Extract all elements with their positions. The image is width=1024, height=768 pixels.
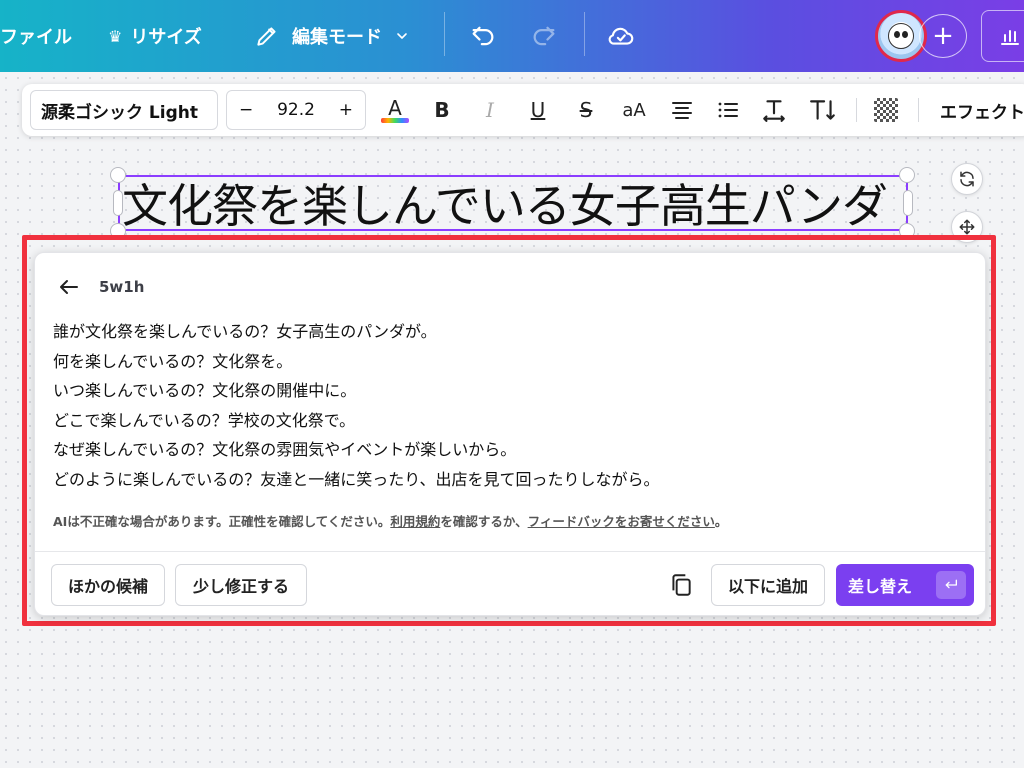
generated-text: 誰が文化祭を楽しんでいるの？女子高生のパンダが。 何を楽しんでいるの？文化祭を。…: [53, 317, 963, 494]
text-formatting-toolbar: 源柔ゴシック Light − 92.2 + A B I U S aA エフェクト: [22, 84, 1024, 136]
resize-label: リサイズ: [130, 27, 202, 48]
font-family-select[interactable]: 源柔ゴシック Light: [30, 90, 218, 130]
list-button[interactable]: [714, 94, 742, 126]
generated-line: なぜ楽しんでいるの？文化祭の雰囲気やイベントが楽しいから。: [53, 440, 517, 459]
letter-case-icon: aA: [622, 99, 646, 121]
resize-handle-top-right[interactable]: [899, 167, 915, 183]
topbar-divider: [444, 12, 445, 56]
text-color-glyph: A: [388, 95, 402, 120]
italic-button[interactable]: I: [476, 94, 504, 126]
bullet-list-icon: [718, 102, 738, 118]
letter-case-button[interactable]: aA: [618, 94, 650, 126]
decrease-font-size-button[interactable]: −: [239, 100, 253, 120]
pencil-icon: [257, 27, 276, 46]
letter-spacing-button[interactable]: [760, 94, 788, 126]
disclaimer-prefix: AIは不正確な場合があります。正確性を確認してください。: [53, 514, 391, 529]
align-center-icon: [672, 102, 692, 119]
bar-chart-icon: [1001, 30, 1019, 45]
strikethrough-button[interactable]: S: [572, 94, 600, 126]
increase-font-size-button[interactable]: +: [339, 100, 353, 120]
checkerboard-icon: [874, 98, 898, 122]
rainbow-swatch-icon: [381, 117, 409, 123]
font-family-value: 源柔ゴシック Light: [41, 102, 198, 123]
generated-line: いつ楽しんでいるの？文化祭の開催中に。: [53, 381, 357, 400]
back-button[interactable]: [55, 273, 83, 301]
vertical-text-icon: [810, 100, 835, 120]
resize-handle-right[interactable]: [903, 190, 913, 216]
plus-icon: +: [932, 21, 954, 51]
resize-handle-left[interactable]: [113, 190, 123, 216]
ai-disclaimer: AIは不正確な場合があります。正確性を確認してください。利用規約を確認するか、フ…: [53, 511, 727, 530]
file-menu-button[interactable]: ファイル: [0, 0, 72, 72]
redo-icon: [533, 26, 555, 46]
chevron-down-icon: [397, 33, 407, 39]
crown-icon: ♛: [108, 26, 123, 46]
panel-header: 5w1h: [55, 273, 144, 301]
font-size-input[interactable]: 92.2: [277, 100, 315, 120]
generated-line: 何を楽しんでいるの？文化祭を。: [53, 351, 293, 371]
panel-divider: [35, 551, 985, 552]
generated-line: どのように楽しんでいるの？友達と一緒に笑ったり、出店を見て回ったりしながら。: [53, 469, 660, 489]
feedback-link[interactable]: フィードバックをお寄せください: [528, 514, 715, 529]
resize-handle-top-left[interactable]: [110, 167, 126, 183]
toolbar-divider: [918, 98, 919, 122]
magic-write-panel: 5w1h 誰が文化祭を楽しんでいるの？女子高生のパンダが。 何を楽しんでいるの？…: [34, 252, 986, 616]
disclaimer-suffix: 。: [714, 514, 728, 529]
strikethrough-icon: S: [579, 98, 593, 122]
enter-key-icon: [936, 571, 966, 599]
generated-line: 誰が文化祭を楽しんでいるの？女子高生のパンダが。: [53, 322, 437, 341]
text-color-button[interactable]: A: [378, 94, 412, 126]
copy-button[interactable]: [663, 567, 699, 603]
move-icon: [959, 219, 975, 235]
modify-slightly-label: 少し修正する: [192, 577, 289, 596]
panel-title: 5w1h: [99, 278, 145, 296]
other-candidates-label: ほかの候補: [67, 577, 148, 596]
replace-button[interactable]: 差し替え: [836, 564, 974, 606]
letter-spacing-icon: [763, 100, 785, 122]
insights-button[interactable]: [981, 10, 1024, 62]
rotate-button[interactable]: [951, 163, 983, 195]
cloud-check-icon: [608, 27, 634, 45]
underline-icon: U: [530, 98, 546, 122]
vertical-text-button[interactable]: [808, 94, 838, 126]
effects-label: エフェクト: [940, 102, 1024, 123]
terms-link[interactable]: 利用規約: [390, 514, 440, 529]
add-collaborator-button[interactable]: +: [919, 14, 967, 58]
undo-button[interactable]: [467, 20, 499, 52]
alignment-button[interactable]: [668, 94, 696, 126]
cloud-save-status[interactable]: [605, 20, 637, 52]
bold-icon: B: [434, 98, 450, 122]
font-size-stepper: − 92.2 +: [226, 90, 366, 130]
copy-icon: [672, 574, 691, 596]
bold-button[interactable]: B: [428, 94, 456, 126]
toolbar-divider: [856, 98, 857, 122]
rotate-icon: [960, 171, 974, 187]
topbar-divider: [584, 12, 585, 56]
effects-button[interactable]: エフェクト: [940, 90, 1024, 130]
add-below-label: 以下に追加: [727, 577, 808, 596]
underline-button[interactable]: U: [524, 94, 552, 126]
file-menu-label: ファイル: [0, 27, 72, 48]
modify-slightly-button[interactable]: 少し修正する: [175, 564, 307, 606]
undo-icon: [472, 26, 494, 46]
other-candidates-button[interactable]: ほかの候補: [51, 564, 165, 606]
resize-button[interactable]: ♛ リサイズ: [108, 0, 202, 72]
italic-icon: I: [486, 98, 494, 122]
arrow-left-icon: [60, 280, 78, 294]
transparency-button[interactable]: [872, 94, 900, 126]
redo-button[interactable]: [528, 20, 560, 52]
selected-text-element[interactable]: 文化祭を楽しんでいる女子高生パンダ: [122, 170, 888, 236]
replace-label: 差し替え: [848, 577, 913, 596]
top-bar: ファイル ♛ リサイズ 編集モード +: [0, 0, 1024, 72]
edit-mode-label: 編集モード: [292, 27, 382, 48]
panda-icon: [888, 23, 914, 49]
edit-mode-dropdown[interactable]: 編集モード: [254, 0, 422, 72]
disclaimer-middle: を確認するか、: [440, 514, 528, 529]
generated-line: どこで楽しんでいるの？学校の文化祭で。: [53, 410, 356, 430]
add-below-button[interactable]: 以下に追加: [711, 564, 825, 606]
